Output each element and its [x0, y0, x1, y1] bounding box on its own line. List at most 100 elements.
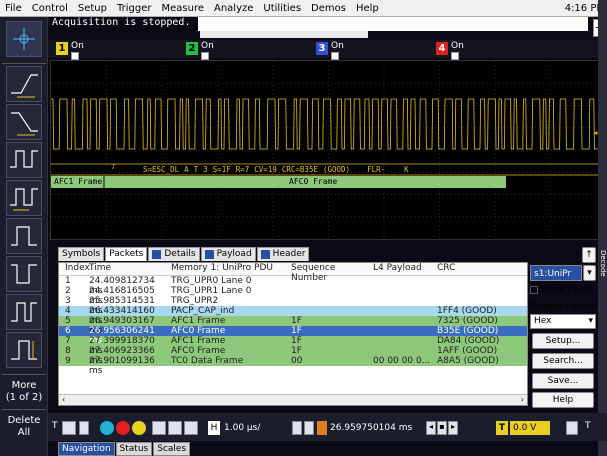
menu-help[interactable]: Help: [351, 0, 384, 17]
zoom-out-icon[interactable]: [304, 421, 314, 435]
timebase-value[interactable]: 1.00 µs/: [224, 421, 284, 435]
search-button[interactable]: Search...: [532, 353, 594, 369]
bus-seg: R=7: [235, 165, 250, 174]
more-button[interactable]: More (1 of 2): [2, 380, 46, 404]
channel-1-checkbox[interactable]: [71, 52, 79, 60]
bus-select[interactable]: s1:UniPr: [530, 265, 582, 281]
table-row[interactable]: 4 26.433414160 ms PACP_CAP_ind 1FF4 (GOOD): [59, 306, 527, 326]
display-format-select[interactable]: Hex ▾: [530, 314, 596, 329]
scroll-up-button[interactable]: ↑: [582, 247, 596, 263]
default-setup-icon[interactable]: [168, 421, 182, 435]
frequency-tool[interactable]: [6, 180, 42, 216]
channel-1-trace: [51, 98, 601, 150]
amplitude-tool[interactable]: [6, 332, 42, 368]
tab-navigation[interactable]: Navigation: [58, 442, 115, 456]
trigger-level-value[interactable]: 0.0 V: [510, 421, 550, 435]
save-button[interactable]: Save...: [532, 373, 594, 389]
scroll-right-icon[interactable]: ›: [521, 395, 524, 404]
channel-4[interactable]: 4 On: [436, 42, 464, 60]
col-pdu[interactable]: Memory 1: UniPro PDU: [171, 263, 291, 275]
step-button[interactable]: [62, 421, 76, 435]
fall-time-tool[interactable]: [6, 104, 42, 140]
run-icon[interactable]: [100, 421, 114, 435]
tab-symbols[interactable]: Symbols: [58, 247, 105, 261]
graticule: [51, 61, 606, 239]
table-row[interactable]: 2 24.416816505 ms TRG_UPR1 Lane 0: [59, 286, 527, 306]
table-row[interactable]: 5 26.949303167 ms AFC1 Frame 1F 7325 (GOOD): [59, 316, 527, 336]
delete-all-button[interactable]: Delete All: [2, 415, 46, 439]
trigger-level-stepper[interactable]: [566, 421, 578, 435]
col-time[interactable]: Time: [89, 263, 171, 275]
duty-cycle-tool[interactable]: [6, 294, 42, 330]
rise-time-tool[interactable]: [6, 66, 42, 102]
bus-top-label: 7: [111, 163, 116, 171]
menu-control[interactable]: Control: [27, 0, 73, 17]
cell-pdu: AFC0 Frame: [171, 346, 226, 356]
col-crc[interactable]: CRC: [437, 263, 527, 275]
menu-utilities[interactable]: Utilities: [258, 0, 306, 17]
scroll-left-icon[interactable]: ‹: [62, 395, 65, 404]
autoscale-icon[interactable]: [152, 421, 166, 435]
table-row[interactable]: 3 25.985314531 ms TRG_UPR2: [59, 296, 527, 316]
decode-side-tab[interactable]: Decode: [598, 0, 607, 456]
menu-file[interactable]: File: [0, 0, 27, 17]
menu-trigger[interactable]: Trigger: [112, 0, 157, 17]
tab-packets[interactable]: Packets: [105, 247, 148, 261]
col-index[interactable]: Index: [59, 263, 90, 275]
channel-3[interactable]: 3 On: [316, 42, 344, 60]
menu-analyze[interactable]: Analyze: [209, 0, 258, 17]
menu-setup[interactable]: Setup: [73, 0, 112, 17]
nav-right-button[interactable]: ▸: [448, 421, 458, 435]
single-icon[interactable]: [132, 421, 146, 435]
tab-scales[interactable]: Scales: [153, 442, 191, 456]
help-button[interactable]: Help: [532, 392, 594, 408]
channel-1[interactable]: 1 On: [56, 42, 84, 60]
channel-3-checkbox[interactable]: [331, 52, 339, 60]
brightness-icon[interactable]: [184, 421, 198, 435]
spin-button[interactable]: [79, 421, 89, 435]
pos-width-tool[interactable]: [6, 218, 42, 254]
table-body: 1 24.409812734 ms TRG_UPR0 Lane 0 2 24.41681…: [59, 276, 527, 376]
tab-details[interactable]: Details: [148, 247, 200, 261]
crosshair-icon: [13, 28, 35, 50]
cell-pdu: TC0 Data Frame: [171, 356, 244, 366]
cell-pdu: AFC0 Frame: [171, 326, 226, 336]
rising-edge-icon: [11, 74, 38, 98]
nav-stop-button[interactable]: ▪: [437, 421, 447, 435]
menu-demos[interactable]: Demos: [306, 0, 351, 17]
tab-header[interactable]: Header: [256, 247, 310, 261]
horizontal-scrollbar[interactable]: ‹ ›: [59, 394, 527, 405]
table-row[interactable]: 7 27.399918370 ms AFC1 Frame 1F DA84 (GOOD): [59, 336, 527, 356]
channel-2-checkbox[interactable]: [201, 52, 209, 60]
zoom-icon[interactable]: [292, 421, 302, 435]
col-seq[interactable]: Sequence Number: [291, 263, 373, 283]
channel-2[interactable]: 2 On: [186, 42, 214, 60]
setup-button[interactable]: Setup...: [532, 333, 594, 349]
bus-seg: T: [193, 165, 199, 174]
table-row[interactable]: 6 26.956306241 ms AFC0 Frame 1F B35E (GOOD): [59, 326, 527, 346]
show-fields-option[interactable]: ✓ Show Fields: [530, 285, 593, 295]
col-payload[interactable]: L4 Payload: [373, 263, 437, 275]
trigger-t-icon: T: [52, 421, 58, 431]
table-row[interactable]: 1 24.409812734 ms TRG_UPR0 Lane 0: [59, 276, 527, 296]
channel-4-checkbox[interactable]: [451, 52, 459, 60]
show-fields-checkbox[interactable]: ✓: [530, 286, 538, 294]
payload-icon: [204, 250, 214, 259]
channel-3-state: On: [331, 41, 344, 51]
crosshair-tool[interactable]: [6, 21, 42, 57]
bus-select-dropdown[interactable]: ▾: [583, 265, 596, 281]
bus-seg: (GOOD): [322, 165, 351, 174]
cell-time: 27.399918370 ms: [89, 336, 155, 356]
nav-left-button[interactable]: ◂: [426, 421, 436, 435]
tab-status[interactable]: Status: [115, 442, 153, 456]
table-row[interactable]: 9 27.901099136 ms TC0 Data Frame 00 00 00 00…: [59, 356, 527, 376]
waveform-display[interactable]: 7 S=ESC_DL A T 3 S=1F R=7 CV=19 CRC=B35E…: [50, 60, 607, 240]
time-position-value[interactable]: 26.959750104 ms: [330, 421, 420, 435]
neg-width-tool[interactable]: [6, 256, 42, 292]
menu-measure[interactable]: Measure: [157, 0, 210, 17]
table-row[interactable]: 8 27.406923366 ms AFC0 Frame 1F 1AFF (GOOD): [59, 346, 527, 366]
tab-payload[interactable]: Payload: [200, 247, 256, 261]
period-tool[interactable]: [6, 142, 42, 178]
stop-icon[interactable]: [116, 421, 130, 435]
display-format-value: Hex: [534, 316, 552, 326]
